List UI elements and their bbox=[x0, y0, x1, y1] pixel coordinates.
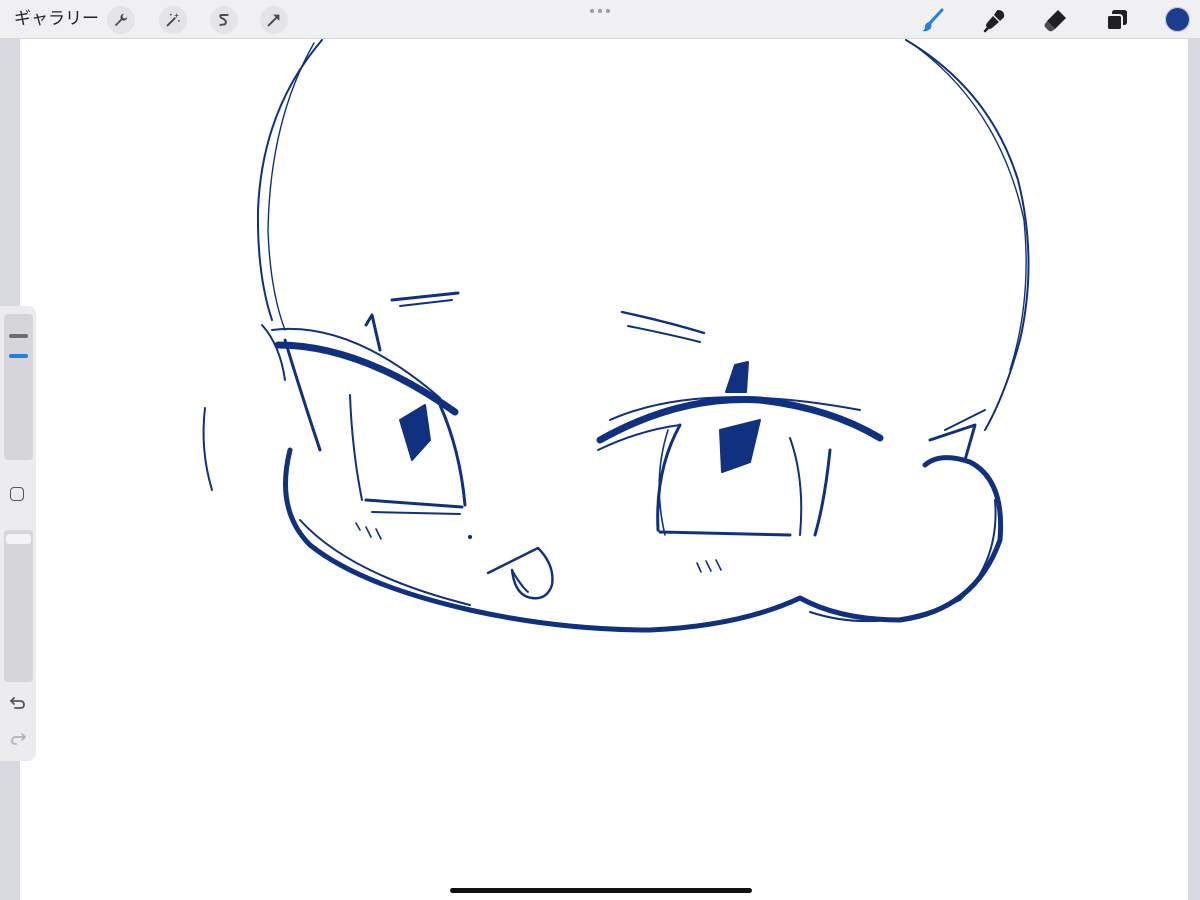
magic-wand-icon bbox=[166, 12, 180, 27]
selection-button[interactable] bbox=[210, 6, 238, 34]
top-toolbar: ギャラリー bbox=[0, 0, 1200, 39]
color-picker-button[interactable] bbox=[1165, 7, 1190, 32]
smudge-icon bbox=[983, 10, 1005, 33]
adjustments-button[interactable] bbox=[159, 6, 187, 34]
modify-button[interactable] bbox=[10, 487, 24, 501]
transform-arrow-icon bbox=[267, 14, 280, 27]
undo-icon[interactable] bbox=[9, 694, 27, 712]
wrench-icon bbox=[114, 13, 128, 27]
brush-tool-button[interactable] bbox=[918, 5, 948, 35]
opacity-slider[interactable] bbox=[4, 530, 33, 682]
actions-button[interactable] bbox=[107, 6, 135, 34]
left-sidebar bbox=[0, 306, 36, 761]
smudge-tool-button[interactable] bbox=[980, 5, 1010, 35]
handle-dot bbox=[598, 9, 602, 13]
home-indicator[interactable] bbox=[450, 888, 752, 893]
eraser-icon bbox=[1044, 10, 1066, 32]
layers-icon bbox=[1106, 10, 1127, 31]
gallery-button[interactable]: ギャラリー bbox=[14, 8, 99, 30]
drawing-canvas[interactable] bbox=[20, 39, 1188, 900]
brush-size-slider[interactable] bbox=[4, 314, 33, 460]
handle-dot bbox=[606, 9, 610, 13]
procreate-app: ギャラリー bbox=[0, 0, 1200, 900]
eraser-tool-button[interactable] bbox=[1041, 5, 1071, 35]
brush-size-top-mark bbox=[9, 334, 28, 338]
transform-button[interactable] bbox=[260, 6, 288, 34]
opacity-thumb[interactable] bbox=[6, 534, 31, 544]
redo-icon[interactable] bbox=[9, 730, 27, 748]
canvas-menu-handle[interactable] bbox=[589, 7, 611, 15]
canvas-margin-right bbox=[1188, 39, 1200, 900]
selection-s-icon bbox=[219, 14, 229, 26]
layers-button[interactable] bbox=[1102, 5, 1132, 35]
brush-icon bbox=[922, 8, 944, 32]
sketch-strokes bbox=[202, 39, 1030, 633]
handle-dot bbox=[590, 9, 594, 13]
brush-size-thumb[interactable] bbox=[9, 354, 28, 358]
